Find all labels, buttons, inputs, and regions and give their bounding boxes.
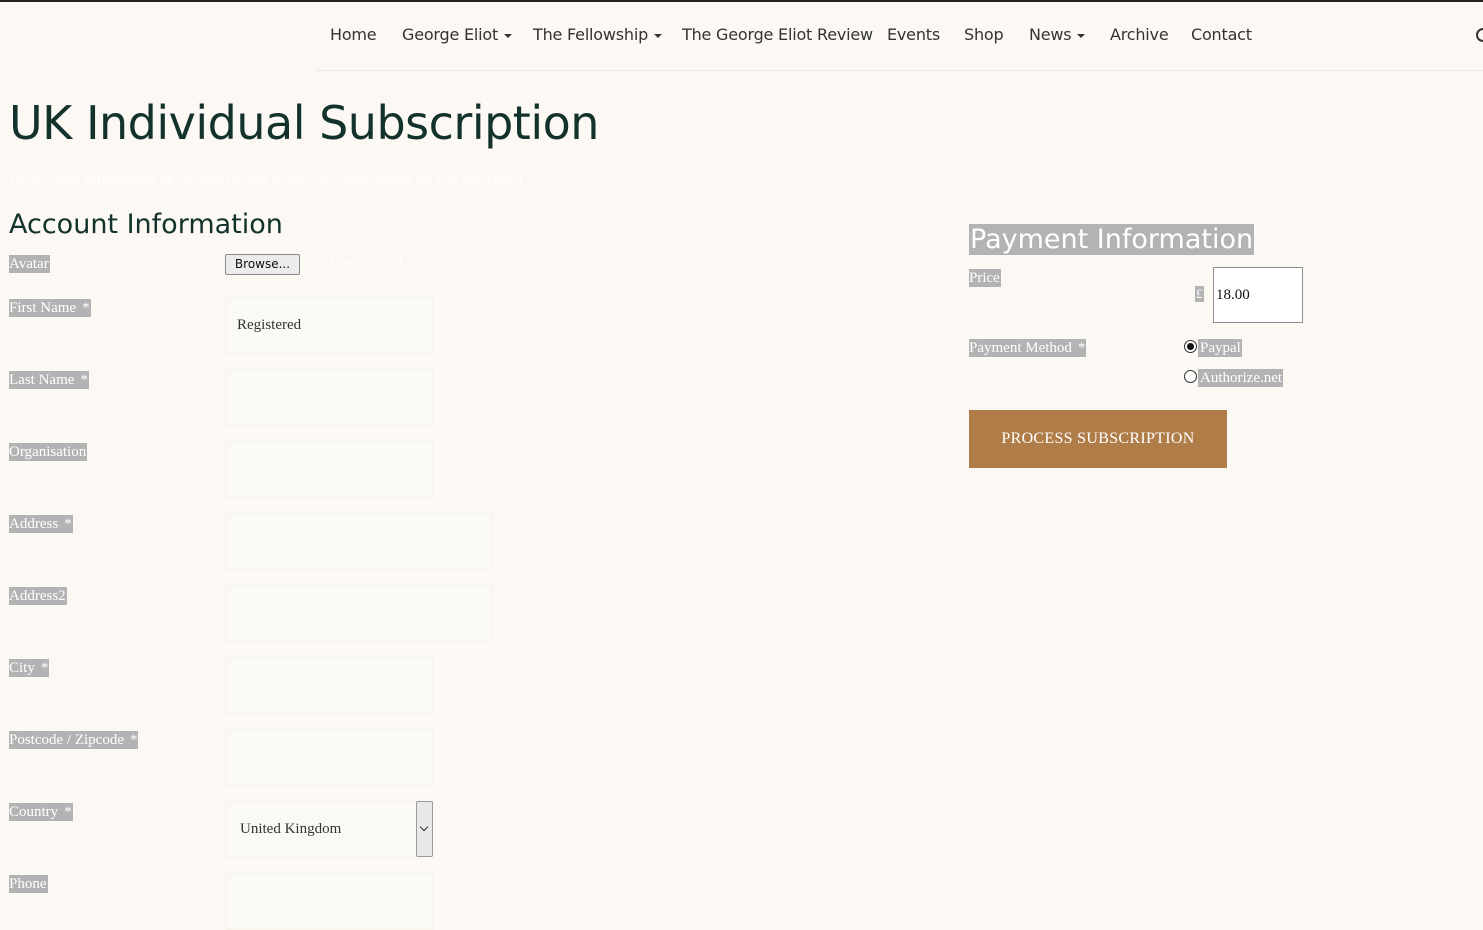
payment-method-label: Payment Method *: [969, 339, 1087, 357]
nav-shop[interactable]: Shop: [964, 25, 1004, 44]
chevron-down-icon[interactable]: [416, 801, 433, 857]
authorize-label: Authorize.net: [1198, 369, 1284, 387]
paypal-label: Paypal: [1198, 339, 1242, 357]
currency-symbol: £: [1195, 286, 1204, 302]
address2-label: Address2: [9, 587, 67, 605]
account-section-title: Account Information: [9, 209, 283, 240]
nav-archive[interactable]: Archive: [1110, 25, 1169, 44]
phone-label: Phone: [9, 875, 48, 893]
first-name-label: First Name *: [9, 299, 91, 317]
avatar-label: Avatar: [9, 255, 50, 273]
caret-down-icon: [504, 33, 513, 38]
process-subscription-button[interactable]: PROCESS SUBSCRIPTION: [969, 410, 1227, 468]
organisation-field[interactable]: [225, 440, 433, 498]
first-name-field[interactable]: Registered: [225, 296, 433, 354]
country-label: Country *: [9, 803, 73, 821]
nav-fellowship[interactable]: The Fellowship: [533, 25, 663, 44]
address-label: Address *: [9, 515, 73, 533]
last-name-field[interactable]: [225, 368, 433, 426]
search-icon[interactable]: [1476, 28, 1483, 42]
nav-news[interactable]: News: [1029, 25, 1086, 44]
last-name-label: Last Name *: [9, 371, 89, 389]
nav-home[interactable]: Home: [330, 25, 377, 44]
city-label: City *: [9, 659, 50, 677]
city-field[interactable]: [225, 656, 433, 714]
address-field[interactable]: [225, 512, 493, 570]
nav-review[interactable]: The George Eliot Review: [682, 25, 873, 44]
main-nav: Home George Eliot The Fellowship The Geo…: [316, 0, 1483, 71]
address2-field[interactable]: [225, 584, 493, 642]
organisation-label: Organisation: [9, 443, 88, 461]
payment-section-title: Payment Information: [969, 224, 1255, 255]
nav-george-eliot[interactable]: George Eliot: [402, 25, 513, 44]
phone-field[interactable]: [225, 872, 433, 930]
browse-button[interactable]: Browse...: [225, 254, 300, 275]
paypal-radio[interactable]: [1184, 340, 1197, 353]
file-status: No file selected.: [308, 255, 406, 271]
price-label: Price: [969, 269, 1001, 287]
nav-events[interactable]: Events: [887, 25, 940, 44]
nav-contact[interactable]: Contact: [1191, 25, 1252, 44]
country-select[interactable]: United Kingdom: [225, 801, 433, 857]
price-input[interactable]: 18.00: [1213, 267, 1303, 323]
postcode-label: Postcode / Zipcode *: [9, 731, 139, 749]
caret-down-icon: [1077, 33, 1086, 38]
page-title: UK Individual Subscription: [9, 96, 599, 150]
authorize-radio[interactable]: [1184, 370, 1197, 383]
caret-down-icon: [654, 33, 663, 38]
postcode-field[interactable]: [225, 728, 433, 786]
intro-text: Please enter information on the form bel…: [9, 172, 524, 188]
